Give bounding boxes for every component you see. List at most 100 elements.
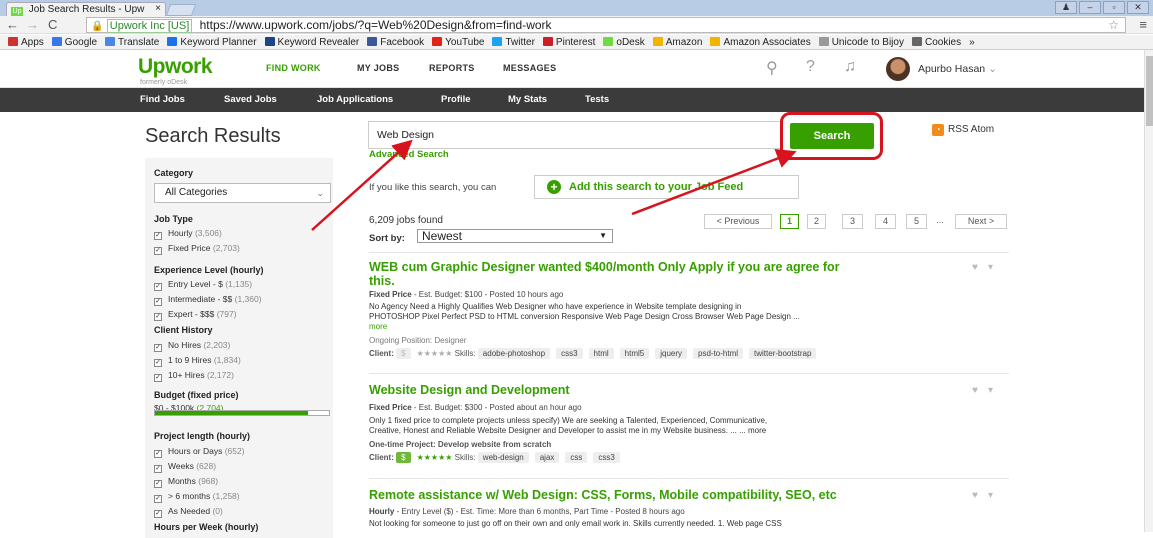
checkbox-checked-icon[interactable]: ✓ — [154, 344, 162, 352]
subnav-job-applications[interactable]: Job Applications — [317, 94, 393, 105]
bookmark-youtube[interactable]: YouTube — [432, 35, 484, 49]
skill-tag[interactable]: ajax — [534, 452, 560, 463]
user-menu[interactable]: Apurbo Hasan ⌄ — [918, 63, 997, 75]
reload-icon[interactable]: C — [48, 17, 57, 33]
skill-tag[interactable]: psd-to-html — [693, 348, 744, 359]
new-tab-button[interactable] — [165, 4, 197, 16]
pager-page-1[interactable]: 1 — [780, 214, 799, 229]
nav-messages[interactable]: MESSAGES — [503, 63, 556, 73]
dislike-thumbs-down-icon[interactable]: ▾ — [988, 262, 993, 273]
bookmark-amazon[interactable]: Amazon — [652, 35, 702, 49]
filter-fixed-price[interactable]: ✓ Fixed Price (2,703) — [154, 243, 240, 255]
skill-tag[interactable]: css — [565, 452, 588, 463]
filter-hourly[interactable]: ✓ Hourly (3,506) — [154, 228, 222, 240]
bookmark-cookies[interactable]: Cookies — [911, 35, 961, 49]
skill-tag[interactable]: html — [588, 348, 614, 359]
filter-weeks[interactable]: ✓ Weeks (628) — [154, 461, 216, 473]
checkbox-checked-icon[interactable]: ✓ — [154, 450, 162, 458]
filter-hours-or-days[interactable]: ✓ Hours or Days (652) — [154, 446, 245, 458]
job-title-1[interactable]: WEB cum Graphic Designer wanted $400/mon… — [369, 260, 959, 288]
checkbox-checked-icon[interactable]: ✓ — [154, 510, 162, 518]
checkbox-checked-icon[interactable]: ✓ — [154, 247, 162, 255]
skill-tag[interactable]: adobe-photoshop — [477, 348, 551, 359]
back-icon[interactable]: ← — [6, 17, 19, 33]
pager-page-3[interactable]: 3 — [842, 214, 863, 229]
notification-bell-icon[interactable]: ♫ — [844, 58, 856, 76]
search-input[interactable]: Web Design — [368, 121, 782, 149]
add-to-job-feed-button[interactable]: + Add this search to your Job Feed — [534, 175, 799, 199]
save-job-heart-icon[interactable]: ♥ — [972, 262, 978, 273]
filter-as-needed[interactable]: ✓ As Needed (0) — [154, 506, 223, 518]
scrollbar-thumb[interactable] — [1146, 56, 1153, 126]
bookmark-translate[interactable]: Translate — [105, 35, 159, 49]
pager-page-4[interactable]: 4 — [875, 214, 896, 229]
close-window-icon[interactable]: ✕ — [1127, 1, 1149, 14]
filter-intermediate[interactable]: ✓ Intermediate - $$ (1,360) — [154, 294, 262, 306]
browser-menu-icon[interactable]: ≡ — [1139, 17, 1147, 32]
dislike-thumbs-down-icon[interactable]: ▾ — [988, 490, 993, 501]
checkbox-checked-icon[interactable]: ✓ — [154, 283, 162, 291]
budget-slider[interactable] — [154, 410, 330, 416]
sort-select[interactable]: Newest ▼ — [417, 229, 613, 243]
maximize-icon[interactable]: ▫ — [1103, 1, 1125, 14]
pager-previous[interactable]: < Previous — [704, 214, 772, 229]
page-scrollbar[interactable] — [1144, 50, 1153, 532]
bookmark-twitter[interactable]: Twitter — [492, 35, 535, 49]
forward-icon[interactable]: → — [26, 17, 39, 33]
skill-tag[interactable]: web-design — [477, 452, 529, 463]
search-icon[interactable]: ⚲ — [766, 58, 778, 78]
advanced-search-link[interactable]: Advanced Search — [369, 149, 449, 160]
subnav-my-stats[interactable]: My Stats — [508, 94, 547, 105]
subnav-saved-jobs[interactable]: Saved Jobs — [224, 94, 277, 105]
bookmark-facebook[interactable]: Facebook — [367, 35, 424, 49]
job-title-3[interactable]: Remote assistance w/ Web Design: CSS, Fo… — [369, 488, 837, 502]
bookmark-odesk[interactable]: oDesk — [603, 35, 645, 49]
rss-atom-link[interactable]: ◔ RSS Atom — [932, 124, 994, 136]
skill-tag[interactable]: twitter-bootstrap — [749, 348, 817, 359]
save-job-heart-icon[interactable]: ♥ — [972, 490, 978, 501]
bookmark-star-icon[interactable]: ☆ — [1108, 18, 1119, 32]
nav-my-jobs[interactable]: MY JOBS — [357, 63, 399, 73]
pager-next[interactable]: Next > — [955, 214, 1007, 229]
tab-close-icon[interactable]: × — [155, 3, 161, 14]
nav-find-work[interactable]: FIND WORK — [266, 63, 321, 73]
skill-tag[interactable]: html5 — [619, 348, 650, 359]
filter-1-to-9-hires[interactable]: ✓ 1 to 9 Hires (1,834) — [154, 355, 241, 367]
upwork-logo[interactable]: Upwork — [138, 55, 213, 79]
bookmarks-overflow[interactable]: » — [969, 35, 975, 49]
nav-reports[interactable]: REPORTS — [429, 63, 475, 73]
subnav-find-jobs[interactable]: Find Jobs — [140, 94, 185, 105]
skill-tag[interactable]: jquery — [655, 348, 688, 359]
pager-page-5[interactable]: 5 — [906, 214, 927, 229]
user-icon[interactable]: ♟ — [1055, 1, 1077, 14]
checkbox-checked-icon[interactable]: ✓ — [154, 232, 162, 240]
checkbox-checked-icon[interactable]: ✓ — [154, 480, 162, 488]
checkbox-checked-icon[interactable]: ✓ — [154, 374, 162, 382]
checkbox-checked-icon[interactable]: ✓ — [154, 465, 162, 473]
filter-expert[interactable]: ✓ Expert - $$$ (797) — [154, 309, 237, 321]
checkbox-checked-icon[interactable]: ✓ — [154, 359, 162, 367]
bookmark-unicode-to-bijoy[interactable]: Unicode to Bijoy — [818, 35, 904, 49]
bookmark-google[interactable]: Google — [51, 35, 97, 49]
browser-tab[interactable]: Up Job Search Results - Upw × — [6, 2, 166, 16]
filter-months[interactable]: ✓ Months (968) — [154, 476, 218, 488]
dislike-thumbs-down-icon[interactable]: ▾ — [988, 385, 993, 396]
help-icon[interactable]: ? — [806, 58, 815, 76]
job-title-2[interactable]: Website Design and Development — [369, 383, 570, 397]
skill-tag[interactable]: css3 — [593, 452, 620, 463]
save-job-heart-icon[interactable]: ♥ — [972, 385, 978, 396]
more-link[interactable]: more — [369, 322, 994, 332]
bookmark-amazon-associates[interactable]: Amazon Associates — [710, 35, 811, 49]
filter-entry-level[interactable]: ✓ Entry Level - $ (1,135) — [154, 279, 252, 291]
minimize-icon[interactable]: – — [1079, 1, 1101, 14]
filter-10-plus-hires[interactable]: ✓ 10+ Hires (2,172) — [154, 370, 234, 382]
category-select[interactable]: All Categories ⌄ — [154, 183, 331, 203]
checkbox-checked-icon[interactable]: ✓ — [154, 313, 162, 321]
checkbox-checked-icon[interactable]: ✓ — [154, 495, 162, 503]
url-field[interactable]: 🔒 Upwork Inc [US] https://www.upwork.com… — [86, 17, 1126, 33]
subnav-profile[interactable]: Profile — [441, 94, 471, 105]
avatar[interactable] — [886, 57, 910, 81]
pager-page-2[interactable]: 2 — [807, 214, 826, 229]
skill-tag[interactable]: css3 — [556, 348, 583, 359]
bookmark-keyword-planner[interactable]: Keyword Planner — [167, 35, 257, 49]
